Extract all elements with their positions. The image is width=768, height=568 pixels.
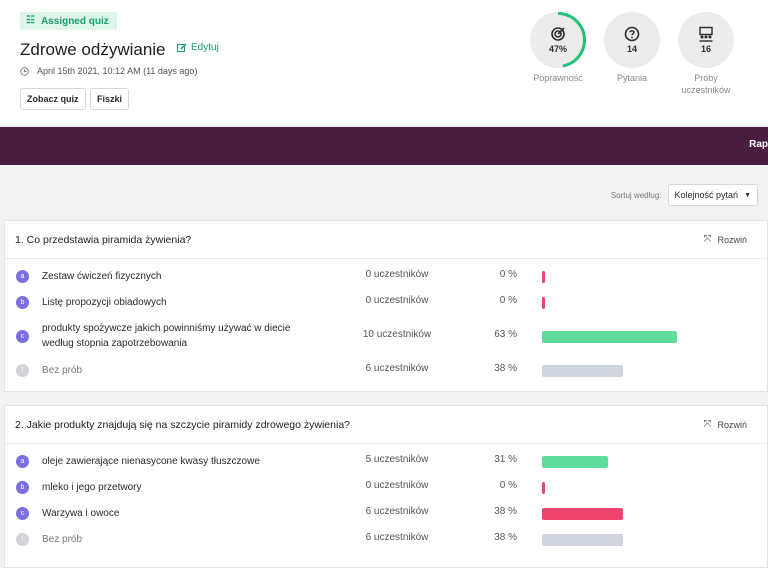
answer-bar (542, 508, 623, 520)
answer-letter: b (16, 296, 29, 309)
question-card-1: 1. Co przedstawia piramida żywienia? ⤧ R… (4, 220, 768, 392)
answer-text: Listę propozycji obiadowych (42, 297, 167, 308)
sort-row: Sortuj według: Kolejność pytań ▼ (611, 184, 758, 206)
answer-percent: 0 % (499, 295, 517, 306)
banner-text[interactable]: Rap (749, 139, 768, 150)
attempts-circle: 16 (678, 12, 734, 68)
chevron-down-icon: ▼ (744, 191, 751, 199)
question-title: 2. Jakie produkty znajdują się na szczyc… (15, 418, 350, 431)
expand-button[interactable]: ⤧ Rozwiń (703, 419, 747, 430)
sort-label: Sortuj według: (610, 190, 662, 200)
list-icon: ☷ (26, 15, 35, 26)
clock-icon (20, 66, 29, 76)
report-banner: Rap (0, 127, 768, 165)
answer-text: Bez prób (42, 534, 83, 545)
flashcards-button[interactable]: Fiszki (90, 88, 130, 110)
answer-percent: 31 % (494, 454, 517, 465)
answer-count: 10 uczestników (362, 329, 432, 340)
answer-percent: 38 % (494, 532, 517, 543)
answer-count: 6 uczestników (365, 506, 429, 517)
questions-value: 14 (626, 44, 637, 54)
answer-letter: ! (16, 533, 29, 546)
answer-text: produkty spożywcze jakich powinniśmy uży… (42, 323, 291, 349)
answer-bar (542, 331, 677, 343)
answer-percent: 63 % (494, 329, 517, 340)
answer-percent: 38 % (494, 363, 517, 374)
participants-icon (699, 26, 713, 42)
accuracy-circle: 47% (530, 12, 586, 68)
expand-button[interactable]: ⤧ Rozwiń (703, 234, 747, 245)
answer-bar (542, 297, 545, 309)
answer-count: 5 uczestników (365, 454, 429, 465)
answer-count: 6 uczestników (365, 532, 429, 543)
view-quiz-button[interactable]: Zobacz quiz (20, 88, 86, 110)
quiz-header: ☷ Assigned quiz Zdrowe odżywianie Edytuj… (0, 0, 768, 124)
stat-questions: 14 Pytania (602, 12, 662, 84)
answer-bar (542, 456, 608, 468)
question-header: 2. Jakie produkty znajdują się na szczyc… (5, 406, 767, 444)
accuracy-progress-ring (530, 12, 586, 68)
quiz-date: April 15th 2021, 10:12 AM (11 days ago) (37, 66, 198, 76)
assigned-quiz-badge: ☷ Assigned quiz (20, 12, 117, 30)
attempts-label: Próby uczestników (681, 73, 731, 95)
answer-bar (542, 271, 545, 283)
answer-percent: 38 % (494, 506, 517, 517)
stat-attempts: 16 Próby uczestników (676, 12, 736, 96)
answer-percent: 0 % (499, 269, 517, 280)
questions-circle: 14 (604, 12, 660, 68)
page-title: Zdrowe odżywianie (20, 40, 166, 59)
answer-count: 0 uczestników (365, 295, 429, 306)
answer-text: oleje zawierające nienasycone kwasy tłus… (42, 456, 260, 467)
answer-letter: ! (16, 364, 29, 377)
attempts-value: 16 (700, 44, 711, 54)
edit-link[interactable]: Edytuj (177, 42, 219, 53)
question-icon (624, 26, 640, 42)
answer-letter: c (16, 507, 29, 520)
expand-icon: ⤧ (703, 234, 712, 245)
answer-bar (542, 534, 623, 546)
sort-value: Kolejność pytań (674, 190, 739, 200)
expand-icon: ⤧ (703, 419, 712, 430)
question-header: 1. Co przedstawia piramida żywienia? ⤧ R… (5, 221, 767, 259)
expand-label: Rozwiń (717, 234, 747, 245)
answer-text: Bez prób (42, 365, 83, 376)
expand-label: Rozwiń (717, 419, 747, 430)
answer-bar (542, 365, 623, 377)
answer-text: Zestaw ćwiczeń fizycznych (42, 271, 162, 282)
answer-text: mleko i jego przetwory (42, 482, 142, 493)
accuracy-label: Poprawność (533, 73, 583, 83)
edit-icon (177, 43, 187, 52)
questions-label: Pytania (616, 73, 648, 83)
stat-accuracy: 47% Poprawność (528, 12, 588, 84)
badge-label: Assigned quiz (40, 15, 109, 27)
answer-text: Warzywa i owoce (42, 508, 120, 519)
edit-label: Edytuj (191, 42, 219, 53)
answer-bar (542, 482, 545, 494)
sort-select[interactable]: Kolejność pytań ▼ (667, 184, 758, 206)
date-line: April 15th 2021, 10:12 AM (11 days ago) (20, 66, 197, 76)
answer-count: 0 uczestników (365, 269, 429, 280)
answer-letter: a (16, 455, 29, 468)
answer-count: 0 uczestników (365, 480, 429, 491)
answer-letter: b (16, 481, 29, 494)
answer-count: 6 uczestników (365, 363, 429, 374)
question-title: 1. Co przedstawia piramida żywienia? (15, 233, 192, 246)
answer-letter: c (16, 330, 29, 343)
answer-letter: a (16, 270, 29, 283)
answer-percent: 0 % (499, 480, 517, 491)
question-card-2: 2. Jakie produkty znajdują się na szczyc… (4, 405, 768, 568)
